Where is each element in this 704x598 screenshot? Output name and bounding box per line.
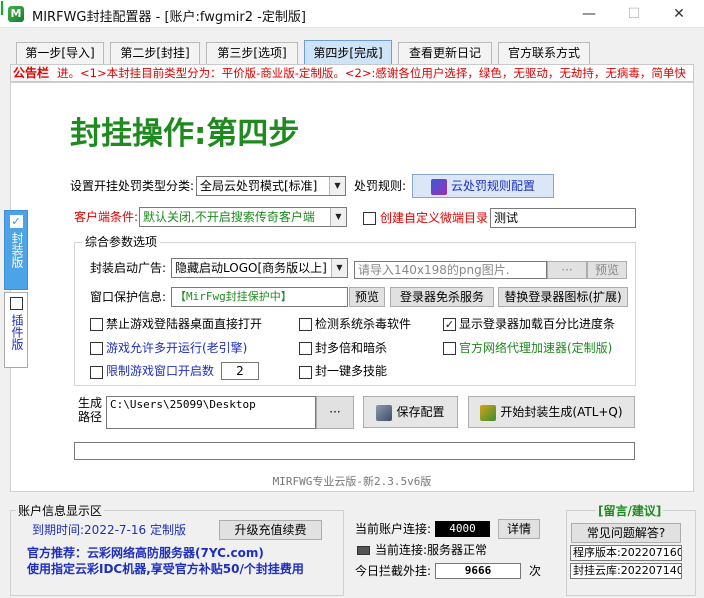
build-progress-bar xyxy=(74,442,635,460)
chevron-down-icon[interactable]: ▼ xyxy=(329,177,345,195)
connection-status-text: 当前连接:服务器正常 xyxy=(375,543,488,557)
option-checkbox-multi-open[interactable] xyxy=(90,342,103,355)
client-condition-select[interactable]: 默认关闭,不开启搜索传奇客户端 ▼ xyxy=(139,207,347,227)
option-label-block-multiplier: 封多倍和暗杀 xyxy=(315,341,388,355)
login-antivirus-button[interactable]: 登录器免杀服务 xyxy=(390,287,494,307)
announcement-label: 公告栏 xyxy=(11,65,52,81)
custom-micro-dir-label: 创建自定义微端目录 xyxy=(380,211,489,225)
window-protect-input[interactable]: 【MirFwg封挂保护中】 xyxy=(171,287,348,307)
output-path-label-line1: 生成 xyxy=(78,396,103,410)
connection-count-label: 当前账户连接: xyxy=(355,522,432,536)
cloud-punish-rule-label: 云处罚规则配置 xyxy=(450,179,535,193)
build-progress-fill xyxy=(1,1,3,15)
announcement-bar: 进。<1>本封挂目前类型分为：平价版-商业版-定制版。<2>:感谢各位用户选择，… xyxy=(10,64,694,82)
faq-button[interactable]: 常见问题解答? xyxy=(571,523,681,543)
general-options-title: 综合参数选项 xyxy=(82,234,161,250)
chevron-down-icon[interactable]: ▼ xyxy=(330,208,346,226)
minimize-button[interactable]: — xyxy=(566,0,612,28)
ad-image-browse-button[interactable]: ··· xyxy=(547,261,587,279)
custom-micro-dir-input[interactable]: 测试 xyxy=(490,208,636,228)
side-tab-package-checkbox[interactable]: ✓ xyxy=(9,215,23,228)
option-checkbox-window-limit[interactable] xyxy=(90,366,103,379)
side-tab-package[interactable]: ✓ 封装版 xyxy=(4,210,28,290)
version-text: MIRFWG专业云版-新2.3.5v6版 xyxy=(272,475,432,488)
side-tab-plugin-checkbox[interactable] xyxy=(9,297,23,310)
punish-type-value: 全局云处罚模式[标准] xyxy=(200,179,318,193)
app-icon: M xyxy=(8,6,24,22)
rule-config-icon xyxy=(430,178,447,195)
startup-ad-label: 封装启动广告: xyxy=(90,261,167,275)
option-checkbox-block-multiplier[interactable] xyxy=(299,342,312,355)
blocked-today-label: 今日拦截外挂: xyxy=(355,564,432,578)
output-path-input[interactable]: C:\Users\25099\Desktop xyxy=(106,396,316,429)
promo-text: 使用指定云彩IDC机器,享受官方补贴50/个封挂费用 xyxy=(27,562,304,576)
option-label-one-key-skill: 封一键多技能 xyxy=(315,364,388,378)
window-protect-label: 窗口保护信息: xyxy=(90,290,167,304)
build-icon xyxy=(480,404,497,421)
tab-step4-finish[interactable]: 第四步[完成] xyxy=(304,40,392,65)
page-title: 封挂操作:第四步 xyxy=(70,116,300,152)
program-version-field: 程序版本:202207160 xyxy=(570,545,682,561)
tab-step3-options[interactable]: 第三步[选项] xyxy=(206,42,298,65)
side-tab-plugin-label: 插件版 xyxy=(10,314,24,350)
maximize-button[interactable]: ☐ xyxy=(611,0,657,28)
tab-step1-import[interactable]: 第一步[导入] xyxy=(16,42,104,65)
option-checkbox-show-progress[interactable]: ✓ xyxy=(443,318,456,331)
account-info-title: 账户信息显示区 xyxy=(16,503,105,519)
announcement-text: 进。<1>本封挂目前类型分为：平价版-商业版-定制版。<2>:感谢各位用户选择，… xyxy=(57,66,686,80)
custom-micro-dir-checkbox[interactable] xyxy=(363,212,376,225)
cloud-punish-rule-button[interactable]: 云处罚规则配置 xyxy=(412,174,554,198)
option-checkbox-one-key-skill[interactable] xyxy=(299,366,312,379)
chevron-down-icon[interactable]: ▼ xyxy=(331,259,347,277)
output-path-label-line2: 路径 xyxy=(78,410,103,424)
option-label-window-limit: 限制游戏窗口开启数 xyxy=(106,364,215,378)
window-title: MIRFWG封挂配置器 - [账户:fwgmir2 -定制版] xyxy=(32,10,306,25)
side-tab-plugin[interactable]: 插件版 xyxy=(4,292,28,368)
blocked-today-unit: 次 xyxy=(529,564,542,578)
option-checkbox-proxy-accelerator[interactable] xyxy=(443,342,456,355)
client-condition-value: 默认关闭,不开启搜索传奇客户端 xyxy=(143,210,315,224)
protect-preview-button[interactable]: 预览 xyxy=(349,287,385,307)
save-config-label: 保存配置 xyxy=(396,405,445,419)
option-label-detect-antivirus: 检测系统杀毒软件 xyxy=(315,317,412,331)
blocked-today-value: 9666 xyxy=(435,563,521,579)
option-label-proxy-accelerator: 官方网络代理加速器(定制版) xyxy=(459,341,613,355)
replace-login-icon-button[interactable]: 替换登录器图标(扩展) xyxy=(498,287,628,307)
renew-button[interactable]: 升级充值续费 xyxy=(219,520,322,540)
window-limit-input[interactable]: 2 xyxy=(221,362,259,380)
tab-official-contact[interactable]: 官方联系方式 xyxy=(498,42,590,65)
output-path-browse-button[interactable]: ··· xyxy=(316,396,354,429)
plugin-library-field: 封挂云库:202207140 xyxy=(570,563,682,579)
close-button[interactable]: ✕ xyxy=(656,0,702,28)
expire-date-text: 到期时间:2022-7-16 定制版 xyxy=(32,523,186,537)
start-build-label: 开始封装生成(ATL+Q) xyxy=(500,405,623,419)
ad-image-input[interactable]: 请导入140x198的png图片. xyxy=(354,261,547,279)
punish-type-select[interactable]: 全局云处罚模式[标准] ▼ xyxy=(196,176,346,196)
option-label-block-direct-open: 禁止游戏登陆器桌面直接打开 xyxy=(106,317,263,331)
punish-rule-label: 处罚规则: xyxy=(354,179,407,193)
save-icon xyxy=(376,404,393,421)
client-condition-label: 客户端条件: xyxy=(74,210,139,224)
tab-step2-protect[interactable]: 第二步[封挂] xyxy=(110,42,200,65)
detail-button[interactable]: 详情 xyxy=(498,519,540,539)
save-config-button[interactable]: 保存配置 xyxy=(363,396,458,428)
startup-ad-select[interactable]: 隐藏启动LOGO[商务版以上] ▼ xyxy=(171,258,348,278)
startup-ad-value: 隐藏启动LOGO[商务版以上] xyxy=(175,261,327,275)
tab-update-log[interactable]: 查看更新日记 xyxy=(398,42,492,65)
connection-status-icon xyxy=(357,546,370,555)
option-label-multi-open: 游戏允许多开运行(老引擎) xyxy=(106,341,248,355)
feedback-title[interactable]: [留言/建议] xyxy=(596,503,664,519)
punish-type-label: 设置开挂处罚类型分类: xyxy=(70,179,195,193)
side-tab-package-label: 封装版 xyxy=(10,232,24,268)
start-build-button[interactable]: 开始封装生成(ATL+Q) xyxy=(468,396,635,428)
option-checkbox-block-direct-open[interactable] xyxy=(90,318,103,331)
ad-preview-button[interactable]: 预览 xyxy=(587,261,627,279)
option-label-show-progress: 显示登录器加载百分比进度条 xyxy=(459,317,616,331)
connection-count-value: 4000 xyxy=(435,521,490,537)
official-recommend-text: 官方推荐：云彩网络高防服务器(7YC.com) xyxy=(27,546,264,560)
option-checkbox-detect-antivirus[interactable] xyxy=(299,318,312,331)
